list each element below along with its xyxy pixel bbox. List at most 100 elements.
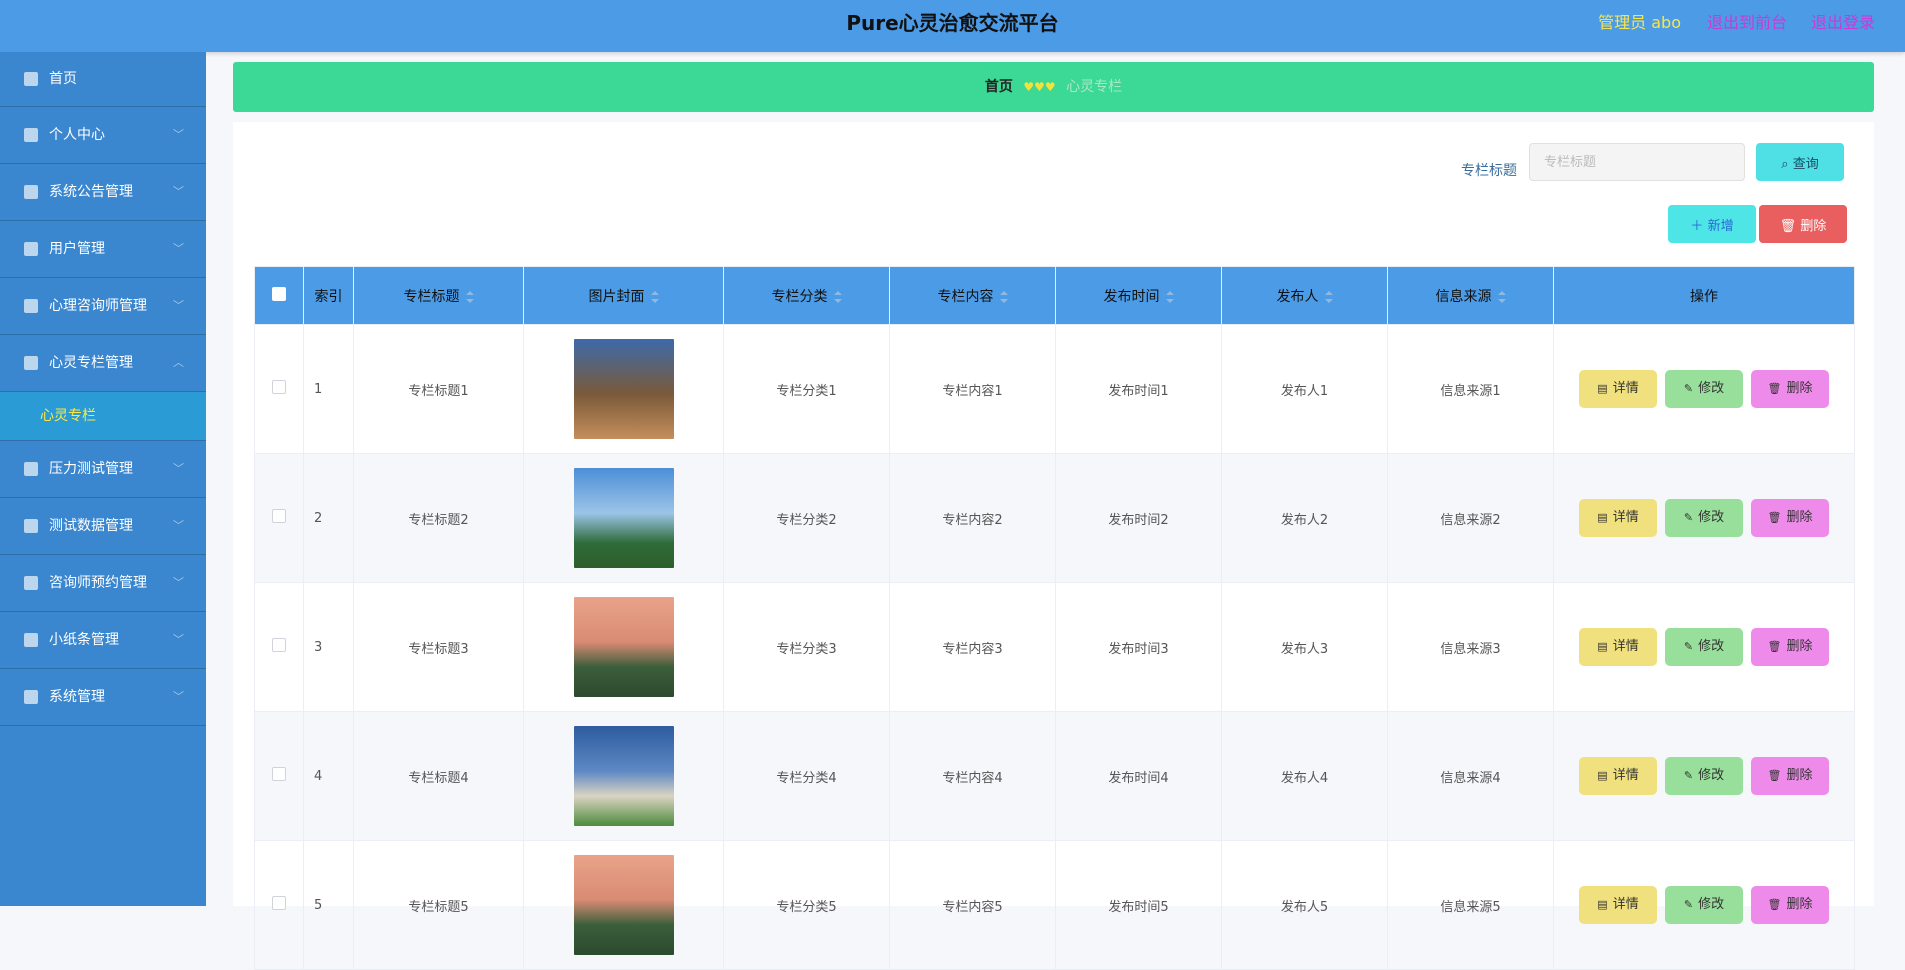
select-all-cell[interactable]	[254, 266, 304, 325]
detail-button[interactable]: ▤ 详情	[1579, 628, 1657, 666]
table-row: 4 专栏标题4 专栏分类4 专栏内容4 发布时间4 发布人4 信息来源4 ▤ 详情…	[254, 711, 1855, 841]
delete-button[interactable]: 🗑 删除	[1751, 757, 1829, 795]
sidebar-subitem-column[interactable]: 心灵专栏	[0, 392, 206, 441]
sidebar-item-label: 心灵专栏管理	[49, 355, 133, 371]
sidebar-item-users[interactable]: 用户管理 ﹀	[0, 221, 206, 278]
batch-delete-button[interactable]: 🗑 删除	[1759, 205, 1847, 243]
sidebar-item-personal-center[interactable]: 个人中心 ﹀	[0, 107, 206, 164]
sort-icon[interactable]	[650, 290, 659, 303]
sort-icon[interactable]	[1165, 290, 1174, 303]
select-all-checkbox[interactable]	[272, 286, 286, 301]
cover-image[interactable]	[573, 339, 674, 439]
sidebar-item-notes[interactable]: 小纸条管理 ﹀	[0, 612, 206, 669]
sort-icon[interactable]	[999, 290, 1008, 303]
chevron-down-icon: ﹀	[173, 690, 184, 703]
sidebar-item-label: 测试数据管理	[49, 518, 133, 534]
edit-button[interactable]: ✎ 修改	[1665, 886, 1743, 924]
home-icon	[24, 72, 38, 86]
delete-button[interactable]: 🗑 删除	[1751, 499, 1829, 537]
table-row: 1 专栏标题1 专栏分类1 专栏内容1 发布时间1 发布人1 信息来源1 ▤ 详情…	[254, 324, 1855, 454]
column-header[interactable]: 信息来源	[1387, 266, 1554, 325]
cover-image[interactable]	[573, 468, 674, 568]
document-icon: ▤	[1597, 898, 1608, 911]
edit-button[interactable]: ✎ 修改	[1665, 628, 1743, 666]
detail-button[interactable]: ▤ 详情	[1579, 757, 1657, 795]
column-table: 索引 专栏标题 图片封面 专栏分类 专栏内容 发布时间 发布人 信息来源 操作 …	[254, 266, 1855, 970]
column-header[interactable]: 发布时间	[1055, 266, 1222, 325]
delete-button[interactable]: 🗑 删除	[1751, 370, 1829, 408]
chevron-down-icon: ﹀	[173, 462, 184, 475]
row-select-cell[interactable]	[254, 711, 304, 841]
search-input[interactable]	[1529, 143, 1745, 181]
breadcrumb-home[interactable]: 首页	[985, 79, 1013, 95]
row-publisher: 发布人2	[1221, 453, 1388, 583]
row-checkbox[interactable]	[272, 767, 286, 781]
row-checkbox[interactable]	[272, 509, 286, 523]
detail-button[interactable]: ▤ 详情	[1579, 499, 1657, 537]
column-header[interactable]: 专栏标题	[353, 266, 524, 325]
search-label: 专栏标题	[1461, 163, 1517, 179]
row-index: 2	[303, 453, 354, 583]
delete-label: 删除	[1786, 639, 1813, 654]
column-header[interactable]: 发布人	[1221, 266, 1388, 325]
column-header[interactable]: 专栏内容	[889, 266, 1056, 325]
sidebar-item-test-data[interactable]: 测试数据管理 ﹀	[0, 498, 206, 555]
delete-button[interactable]: 🗑 删除	[1751, 628, 1829, 666]
column-header[interactable]: 图片封面	[523, 266, 724, 325]
column-header[interactable]: 专栏分类	[723, 266, 890, 325]
cover-image[interactable]	[573, 597, 674, 697]
edit-button[interactable]: ✎ 修改	[1665, 370, 1743, 408]
breadcrumb-current: 心灵专栏	[1066, 79, 1123, 95]
sort-icon[interactable]	[833, 290, 842, 303]
logout-link[interactable]: 退出登录	[1811, 0, 1875, 46]
delete-button-label: 删除	[1800, 218, 1827, 234]
detail-button[interactable]: ▤ 详情	[1579, 886, 1657, 924]
sidebar-item-appointments[interactable]: 咨询师预约管理 ﹀	[0, 555, 206, 612]
send-icon	[24, 185, 38, 199]
row-checkbox[interactable]	[272, 638, 286, 652]
row-category: 专栏分类3	[723, 582, 890, 712]
row-select-cell[interactable]	[254, 840, 304, 970]
pencil-icon: ✎	[1683, 769, 1694, 782]
sidebar-item-counselors[interactable]: 心理咨询师管理 ﹀	[0, 278, 206, 335]
exit-to-front-link[interactable]: 退出到前台	[1707, 0, 1787, 46]
row-select-cell[interactable]	[254, 453, 304, 583]
edit-button[interactable]: ✎ 修改	[1665, 757, 1743, 795]
sidebar-item-column-management[interactable]: 心灵专栏管理 ︿	[0, 335, 206, 392]
table-header-row: 索引 专栏标题 图片封面 专栏分类 专栏内容 发布时间 发布人 信息来源 操作	[254, 266, 1855, 325]
sort-icon[interactable]	[465, 290, 474, 303]
row-actions: ▤ 详情 ✎ 修改 🗑 删除	[1553, 453, 1855, 583]
row-select-cell[interactable]	[254, 324, 304, 454]
column-header: 操作	[1553, 266, 1855, 325]
monitor-icon	[24, 690, 38, 704]
row-category: 专栏分类1	[723, 324, 890, 454]
row-publisher: 发布人4	[1221, 711, 1388, 841]
sidebar-item-stress-test[interactable]: 压力测试管理 ﹀	[0, 441, 206, 498]
sidebar-item-home[interactable]: 首页	[0, 52, 206, 107]
row-actions: ▤ 详情 ✎ 修改 🗑 删除	[1553, 840, 1855, 970]
edit-button[interactable]: ✎ 修改	[1665, 499, 1743, 537]
sidebar-item-system[interactable]: 系统管理 ﹀	[0, 669, 206, 726]
pencil-icon: ✎	[1683, 640, 1694, 653]
delete-button[interactable]: 🗑 删除	[1751, 886, 1829, 924]
sort-icon[interactable]	[1497, 290, 1506, 303]
sidebar-item-label: 小纸条管理	[49, 632, 119, 648]
document-icon	[24, 242, 38, 256]
sort-icon[interactable]	[1324, 290, 1333, 303]
row-select-cell[interactable]	[254, 582, 304, 712]
chevron-down-icon: ﹀	[173, 519, 184, 532]
cover-image[interactable]	[573, 726, 674, 826]
cover-image[interactable]	[573, 855, 674, 955]
detail-button[interactable]: ▤ 详情	[1579, 370, 1657, 408]
row-checkbox[interactable]	[272, 896, 286, 910]
chevron-down-icon: ﹀	[173, 576, 184, 589]
detail-label: 详情	[1612, 510, 1639, 525]
edit-label: 修改	[1698, 510, 1725, 525]
row-checkbox[interactable]	[272, 380, 286, 394]
trash-icon: 🗑	[1767, 640, 1782, 653]
main-panel: 专栏标题 ⌕ 查询 ＋ 新增 🗑 删除 索引 专栏标题 图片封面 专栏分类 专栏…	[233, 122, 1874, 970]
column-header-label: 专栏标题	[403, 288, 460, 305]
sidebar-item-announcements[interactable]: 系统公告管理 ﹀	[0, 164, 206, 221]
search-button[interactable]: ⌕ 查询	[1756, 143, 1844, 181]
add-button[interactable]: ＋ 新增	[1668, 205, 1756, 243]
